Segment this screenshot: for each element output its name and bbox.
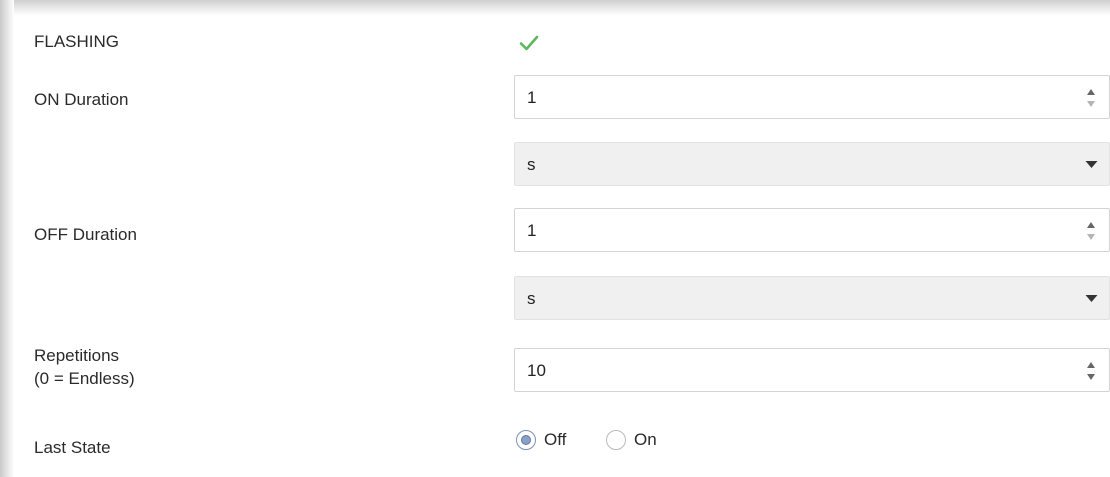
chevron-down-icon — [1085, 295, 1098, 302]
spinner-arrows-icon[interactable] — [1085, 359, 1097, 383]
flashing-label: FLASHING — [34, 32, 120, 51]
off-duration-value: 1 — [527, 221, 537, 240]
on-duration-input[interactable]: 1 — [514, 75, 1110, 119]
last-state-on-label[interactable]: On — [634, 429, 657, 451]
off-duration-unit-select[interactable]: s — [514, 276, 1110, 320]
spinner-arrows-icon[interactable] — [1085, 219, 1097, 243]
repetitions-input[interactable]: 10 — [514, 348, 1110, 392]
off-duration-unit-value: s — [527, 289, 536, 308]
repetitions-label-line1: Repetitions — [34, 346, 120, 365]
flashing-settings-panel: FLASHING ON Duration 1 s OFF Duration 1 … — [14, 16, 1110, 477]
on-duration-unit-value: s — [527, 155, 536, 174]
on-duration-value: 1 — [527, 88, 537, 107]
flashing-checkbox[interactable] — [514, 28, 544, 58]
window-shadow-top — [0, 0, 1110, 16]
on-duration-unit-select[interactable]: s — [514, 142, 1110, 186]
radio-selected-dot — [521, 435, 531, 445]
on-duration-label: ON Duration — [34, 90, 129, 109]
spinner-arrows-icon[interactable] — [1085, 86, 1097, 110]
last-state-off-radio[interactable] — [516, 430, 536, 450]
off-duration-input[interactable]: 1 — [514, 208, 1110, 252]
repetitions-label: Repetitions (0 = Endless) — [34, 344, 135, 390]
check-icon — [519, 35, 539, 51]
off-duration-label: OFF Duration — [34, 225, 137, 244]
last-state-off-label[interactable]: Off — [544, 429, 566, 451]
window-shadow-left — [0, 0, 14, 477]
chevron-down-icon — [1085, 161, 1098, 168]
last-state-on-radio[interactable] — [606, 430, 626, 450]
repetitions-label-line2: (0 = Endless) — [34, 369, 135, 388]
repetitions-value: 10 — [527, 361, 546, 380]
last-state-label: Last State — [34, 438, 111, 457]
